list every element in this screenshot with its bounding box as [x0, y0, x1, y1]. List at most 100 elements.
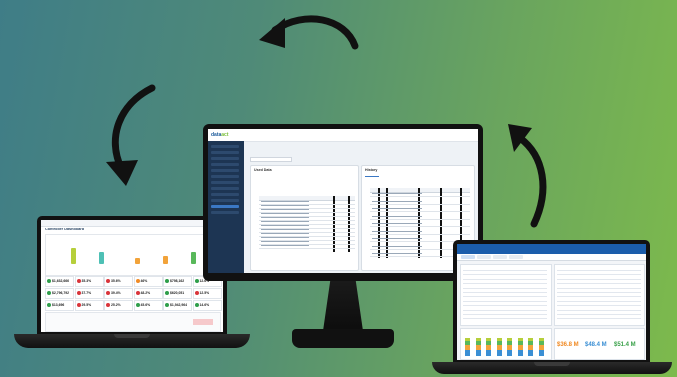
used-data-title: Used Data: [254, 168, 272, 172]
kpi-tile: 46%: [133, 276, 163, 287]
kpi-tile: $1,942,964: [163, 300, 192, 311]
kpi-tile: $2,796,792: [45, 288, 74, 299]
kpi-value: 35.3%: [81, 279, 92, 283]
sidebar-item-active[interactable]: [211, 205, 239, 208]
sidebar-item[interactable]: [211, 211, 239, 214]
table-cell-text: [372, 230, 422, 232]
kpi-status-icon: [47, 279, 51, 283]
stacked-bar-segment: [528, 345, 533, 350]
kpi-status-icon: [165, 303, 169, 307]
table-row[interactable]: [463, 318, 547, 320]
table-row[interactable]: [557, 292, 641, 293]
stacked-bar-segment: [507, 341, 512, 345]
stacked-bar-segment: [538, 350, 544, 356]
monitor-screen: dataact Used Data History: [208, 129, 478, 273]
kpi-tile: 25.2%: [104, 300, 133, 311]
sidebar-item[interactable]: [211, 157, 239, 160]
sidebar-item[interactable]: [211, 145, 239, 148]
table-row[interactable]: [557, 300, 641, 302]
tab[interactable]: [493, 255, 507, 259]
stacked-bar-segment: [538, 338, 544, 341]
sidebar: [208, 141, 244, 273]
kpi-value: $13,696: [52, 303, 65, 307]
stacked-bar-segment: [517, 341, 523, 345]
sidebar-item[interactable]: [211, 151, 239, 154]
table-row[interactable]: [370, 196, 470, 197]
table-row[interactable]: [370, 211, 470, 212]
sidebar-item[interactable]: [211, 175, 239, 178]
table-row[interactable]: [463, 300, 547, 302]
table-row[interactable]: [463, 283, 547, 285]
kpi-status-icon: [106, 279, 110, 283]
stacked-bar-segment: [517, 350, 523, 356]
table-cell-text: [261, 245, 309, 247]
kpi-status-icon: [76, 291, 81, 295]
sidebar-item[interactable]: [211, 187, 239, 190]
table-row[interactable]: [557, 296, 641, 298]
kpi-tile: 35.6%: [104, 276, 133, 287]
stacked-bar-segment: [538, 341, 544, 345]
table-row[interactable]: [463, 305, 547, 307]
table-row[interactable]: [463, 314, 547, 315]
kpi-value: 45.6%: [140, 303, 151, 307]
table-row[interactable]: [557, 314, 641, 315]
table-cell-text: [372, 193, 422, 195]
used-data-panel: Used Data: [250, 165, 359, 271]
table-row[interactable]: [370, 226, 470, 227]
kpi-status-icon: [47, 291, 51, 295]
table-cell-text: [372, 208, 422, 210]
table-cell-text: [261, 213, 309, 215]
sidebar-item[interactable]: [211, 163, 239, 166]
table-row[interactable]: [463, 274, 547, 276]
tab[interactable]: [509, 255, 523, 259]
table-row[interactable]: [259, 248, 355, 249]
kpi-value: 29.5%: [81, 303, 92, 307]
sidebar-item[interactable]: [211, 193, 239, 196]
stacked-bar-segment: [475, 350, 481, 356]
table-cell-text: [261, 221, 309, 223]
sidebar-item[interactable]: [211, 181, 239, 184]
table-row[interactable]: [463, 292, 547, 293]
kpi-value: 48.2%: [140, 291, 151, 295]
table-row[interactable]: [557, 270, 641, 271]
kpi-value: $1,942,964: [170, 303, 187, 307]
table-row[interactable]: [463, 287, 547, 289]
table-row[interactable]: [557, 318, 641, 320]
stacked-bar-segment: [465, 338, 470, 341]
table-row[interactable]: [463, 270, 547, 271]
stacked-bar-segment: [528, 341, 533, 345]
tab[interactable]: [477, 255, 491, 259]
laptop-right: $36.8 M $48.4 M $51.4 M: [453, 240, 650, 364]
table-cell-text: [261, 217, 309, 219]
app-logo: dataact: [211, 132, 229, 138]
table-row[interactable]: [463, 309, 547, 311]
sidebar-item[interactable]: [211, 199, 239, 202]
table-row[interactable]: [463, 278, 547, 280]
table-row[interactable]: [557, 309, 641, 311]
tab[interactable]: [461, 255, 475, 259]
stacked-bar-segment: [496, 341, 502, 345]
kpi-tile: 39.4%: [104, 288, 133, 299]
kpi-status-icon: [76, 303, 81, 307]
kpi-value: $1,632,666: [52, 279, 69, 283]
kpi-value: 37.7%: [81, 291, 92, 295]
table-row[interactable]: [557, 287, 641, 289]
kpi-tile: $798,162: [163, 276, 192, 287]
desktop-monitor: dataact Used Data History: [203, 124, 483, 281]
app-header: [457, 244, 646, 254]
table-row[interactable]: [370, 203, 470, 205]
kpi-status-icon: [194, 291, 199, 295]
table-row[interactable]: [463, 296, 547, 298]
stacked-bar-segment: [486, 338, 491, 341]
table-row[interactable]: [370, 233, 470, 235]
table-cell-text: [261, 229, 309, 231]
table-row[interactable]: [557, 283, 641, 285]
table-row[interactable]: [557, 278, 641, 280]
table-row[interactable]: [370, 218, 470, 220]
table-row[interactable]: [557, 305, 641, 307]
table-row[interactable]: [557, 274, 641, 276]
sidebar-item[interactable]: [211, 169, 239, 172]
kpi-tile: 48.2%: [133, 288, 163, 299]
table-cell-text: [372, 200, 422, 202]
monitor-stand: [323, 281, 363, 331]
